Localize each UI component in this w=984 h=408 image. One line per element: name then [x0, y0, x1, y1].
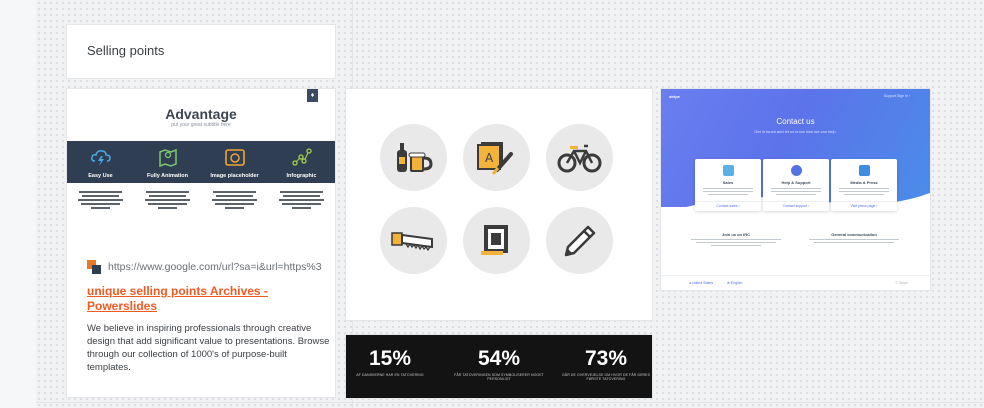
box-link: Contact support › — [763, 201, 829, 211]
features-band: Easy Use Fully Animation Image placehold… — [67, 141, 335, 183]
frame-icon — [463, 207, 530, 274]
drawing-icon: A — [463, 124, 530, 191]
camera-icon — [224, 149, 245, 166]
box-title: Sales — [722, 180, 734, 185]
feature-image-placeholder: Image placeholder — [201, 141, 268, 183]
pin-description: We believe in inspiring professionals th… — [87, 323, 330, 373]
pin-title-link[interactable]: unique selling points Archives - Powersl… — [87, 284, 327, 314]
contact-footer: ● United States ⊕ English © Stripe — [661, 275, 930, 290]
general-communication-section: General communication — [799, 232, 909, 243]
source-row[interactable]: https://www.google.com/url?sa=i&url=http… — [87, 260, 327, 274]
contact-subtitle: Get in touch and let us know how we can … — [754, 129, 837, 134]
mid-title: Join us on IRC — [722, 232, 750, 237]
svg-text:A: A — [485, 151, 494, 165]
contact-box-sales: Sales Contact sales › — [695, 159, 761, 211]
source-url[interactable]: https://www.google.com/url?sa=i&url=http… — [108, 260, 330, 274]
stat-caption: GÅR DE OVERVEJELSE OM HVOR DE FÅR DERES … — [561, 373, 651, 381]
box-title: Media & Press — [850, 180, 878, 185]
section-heading-card[interactable]: Selling points — [67, 25, 335, 78]
map-icon — [158, 148, 177, 168]
contact-nav: Support Sign in › — [883, 94, 910, 98]
feature-label: Easy Use — [88, 173, 113, 179]
feature-label: Image placeholder — [210, 173, 259, 179]
irc-section: Join us on IRC — [681, 232, 791, 246]
footer-country: ● United States — [689, 281, 714, 285]
press-icon — [859, 165, 870, 176]
box-link: Visit press page › — [831, 201, 897, 211]
box-link: Contact sales › — [695, 201, 761, 211]
lifebuoy-icon — [791, 165, 802, 176]
mid-title: General communication — [831, 232, 877, 237]
slide-badge: ♦ — [307, 89, 318, 102]
contact-image-card[interactable]: stripe Support Sign in › Contact us Get … — [661, 89, 930, 290]
contact-box-press: Media & Press Visit press page › — [831, 159, 897, 211]
feature-infographic: Infographic — [268, 141, 335, 183]
footer-copyright: © Stripe — [895, 281, 908, 285]
saw-icon — [380, 207, 447, 274]
advantage-title: Advantage — [165, 106, 237, 122]
site-favicon-icon — [87, 260, 101, 274]
stat-item: 15% AF DANSKERNE HAR EN TATOVERING — [340, 347, 440, 378]
pin-image[interactable]: ♦ Advantage put your great subtitle here… — [67, 89, 335, 245]
bicycle-icon — [546, 124, 613, 191]
stat-value: 54% — [477, 347, 521, 370]
stat-caption: FÅR TATOVERINGEN SOM SYMBOLISERER NOGET … — [454, 373, 544, 381]
feature-descriptions — [67, 186, 335, 214]
icons-image-card[interactable]: A — [346, 89, 652, 320]
pin-card[interactable]: ♦ Advantage put your great subtitle here… — [67, 89, 335, 397]
advantage-subtitle: put your great subtitle here — [171, 122, 231, 128]
sales-icon — [723, 165, 734, 176]
contact-logo: stripe — [669, 94, 680, 99]
feature-fully-animation: Fully Animation — [134, 141, 201, 183]
section-heading: Selling points — [87, 43, 165, 58]
stat-item: 73% GÅR DE OVERVEJELSE OM HVOR DE FÅR DE… — [556, 347, 656, 382]
lightning-cloud-icon — [90, 150, 111, 166]
box-title: Help & Support — [781, 180, 811, 185]
contact-box-support: Help & Support Contact support › — [763, 159, 829, 211]
nodes-icon — [291, 148, 312, 166]
stats-image-card[interactable]: 15% AF DANSKERNE HAR EN TATOVERING 54% F… — [346, 335, 652, 398]
beer-icon — [380, 124, 447, 191]
left-gutter — [0, 0, 36, 408]
row-divider — [36, 402, 984, 403]
stat-caption: AF DANSKERNE HAR EN TATOVERING — [356, 373, 424, 377]
stat-item: 54% FÅR TATOVERINGEN SOM SYMBOLISERER NO… — [449, 347, 549, 382]
stat-value: 73% — [584, 347, 628, 370]
footer-language: ⊕ English — [727, 281, 743, 285]
feature-label: Fully Animation — [146, 173, 189, 179]
pencil-icon — [546, 207, 613, 274]
contact-title: Contact us — [776, 117, 815, 126]
feature-label: Infographic — [286, 173, 317, 179]
feature-easy-use: Easy Use — [67, 141, 134, 183]
stat-value: 15% — [368, 347, 412, 370]
